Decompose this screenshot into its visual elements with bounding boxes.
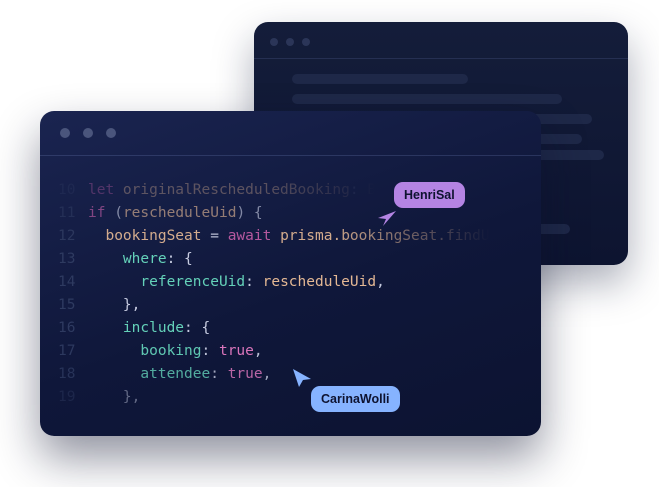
window-control-dot-icon — [302, 38, 310, 46]
code-token: : — [349, 182, 368, 198]
placeholder-line — [292, 94, 562, 104]
collaborator-tag-carina: CarinaWolli — [311, 386, 400, 412]
code-text: if (rescheduleUid) { — [88, 202, 263, 225]
line-number: 13 — [58, 251, 76, 267]
line-number: 15 — [58, 297, 76, 313]
code-token: B — [367, 182, 377, 198]
code-token: = — [201, 228, 228, 244]
code-area[interactable]: 10 let originalRescheduledBooking: B 11 if … — [58, 179, 490, 409]
code-line[interactable]: 19 }, — [58, 386, 490, 409]
code-line[interactable]: 18 attendee: true, — [58, 363, 490, 386]
code-token: ( — [114, 205, 123, 221]
code-line[interactable]: 13 where: { — [58, 248, 490, 271]
code-token: , — [376, 274, 385, 290]
code-text: bookingSeat = await prisma.bookingSeat.f… — [88, 225, 490, 248]
code-token: }, — [88, 297, 141, 313]
code-token: if — [88, 205, 115, 221]
line-number: 16 — [58, 320, 76, 336]
code-token: , — [262, 366, 272, 382]
code-token: bookingSeat — [88, 228, 202, 244]
line-number: 14 — [58, 274, 76, 290]
code-token: originalRescheduledBooking — [122, 182, 350, 198]
code-text: booking: true, — [88, 340, 263, 363]
code-token: : — [210, 366, 228, 382]
code-token: : { — [184, 320, 211, 336]
line-number: 19 — [58, 389, 76, 405]
code-line[interactable]: 14 referenceUid: rescheduleUid, — [58, 271, 490, 294]
code-token: rescheduleUid — [122, 205, 237, 221]
window-control-dot-icon — [270, 38, 278, 46]
code-text: include: { — [88, 317, 210, 340]
code-text: }, — [88, 294, 140, 317]
pointer-arrow-icon — [293, 369, 311, 387]
code-token: ) { — [236, 205, 263, 221]
code-token: : — [245, 274, 263, 290]
code-token: prisma.bookingSeat.findU — [280, 228, 490, 244]
pointer-arrow-icon — [378, 211, 396, 226]
code-token: , — [253, 343, 263, 359]
code-token: referenceUid — [88, 274, 246, 290]
code-token: : { — [166, 251, 193, 267]
code-line[interactable]: 15 }, — [58, 294, 490, 317]
line-number: 11 — [58, 205, 76, 221]
line-number: 18 — [58, 366, 76, 382]
code-token: let — [88, 182, 123, 198]
code-token: : — [201, 343, 219, 359]
code-text: attendee: true, — [88, 363, 271, 386]
line-number: 17 — [58, 343, 76, 359]
code-line[interactable]: 12 bookingSeat = await prisma.bookingSea… — [58, 225, 490, 248]
code-token: rescheduleUid — [262, 274, 377, 290]
code-text: }, — [88, 386, 140, 409]
code-line[interactable]: 16 include: { — [58, 317, 490, 340]
placeholder-line — [292, 74, 468, 84]
code-text: referenceUid: rescheduleUid, — [88, 271, 385, 294]
line-number: 12 — [58, 228, 76, 244]
code-line[interactable]: 17 booking: true, — [58, 340, 490, 363]
code-token: attendee — [88, 366, 211, 382]
code-token: where — [88, 251, 167, 267]
code-token: }, — [88, 389, 141, 405]
window-control-dot-icon — [286, 38, 294, 46]
code-token: await — [227, 228, 281, 244]
code-text: where: { — [88, 248, 193, 271]
code-token: true — [227, 366, 263, 382]
collaborator-tag-henri: HenriSal — [394, 182, 465, 208]
code-token: booking — [88, 343, 202, 359]
editor-titlebar — [40, 111, 541, 156]
window-control-dot-icon[interactable] — [60, 128, 70, 138]
background-window-titlebar — [254, 22, 628, 59]
window-control-dot-icon[interactable] — [106, 128, 116, 138]
code-token: include — [88, 320, 185, 336]
line-number: 10 — [58, 182, 76, 198]
code-text: let originalRescheduledBooking: B — [88, 179, 376, 202]
window-control-dot-icon[interactable] — [83, 128, 93, 138]
code-token: true — [218, 343, 254, 359]
